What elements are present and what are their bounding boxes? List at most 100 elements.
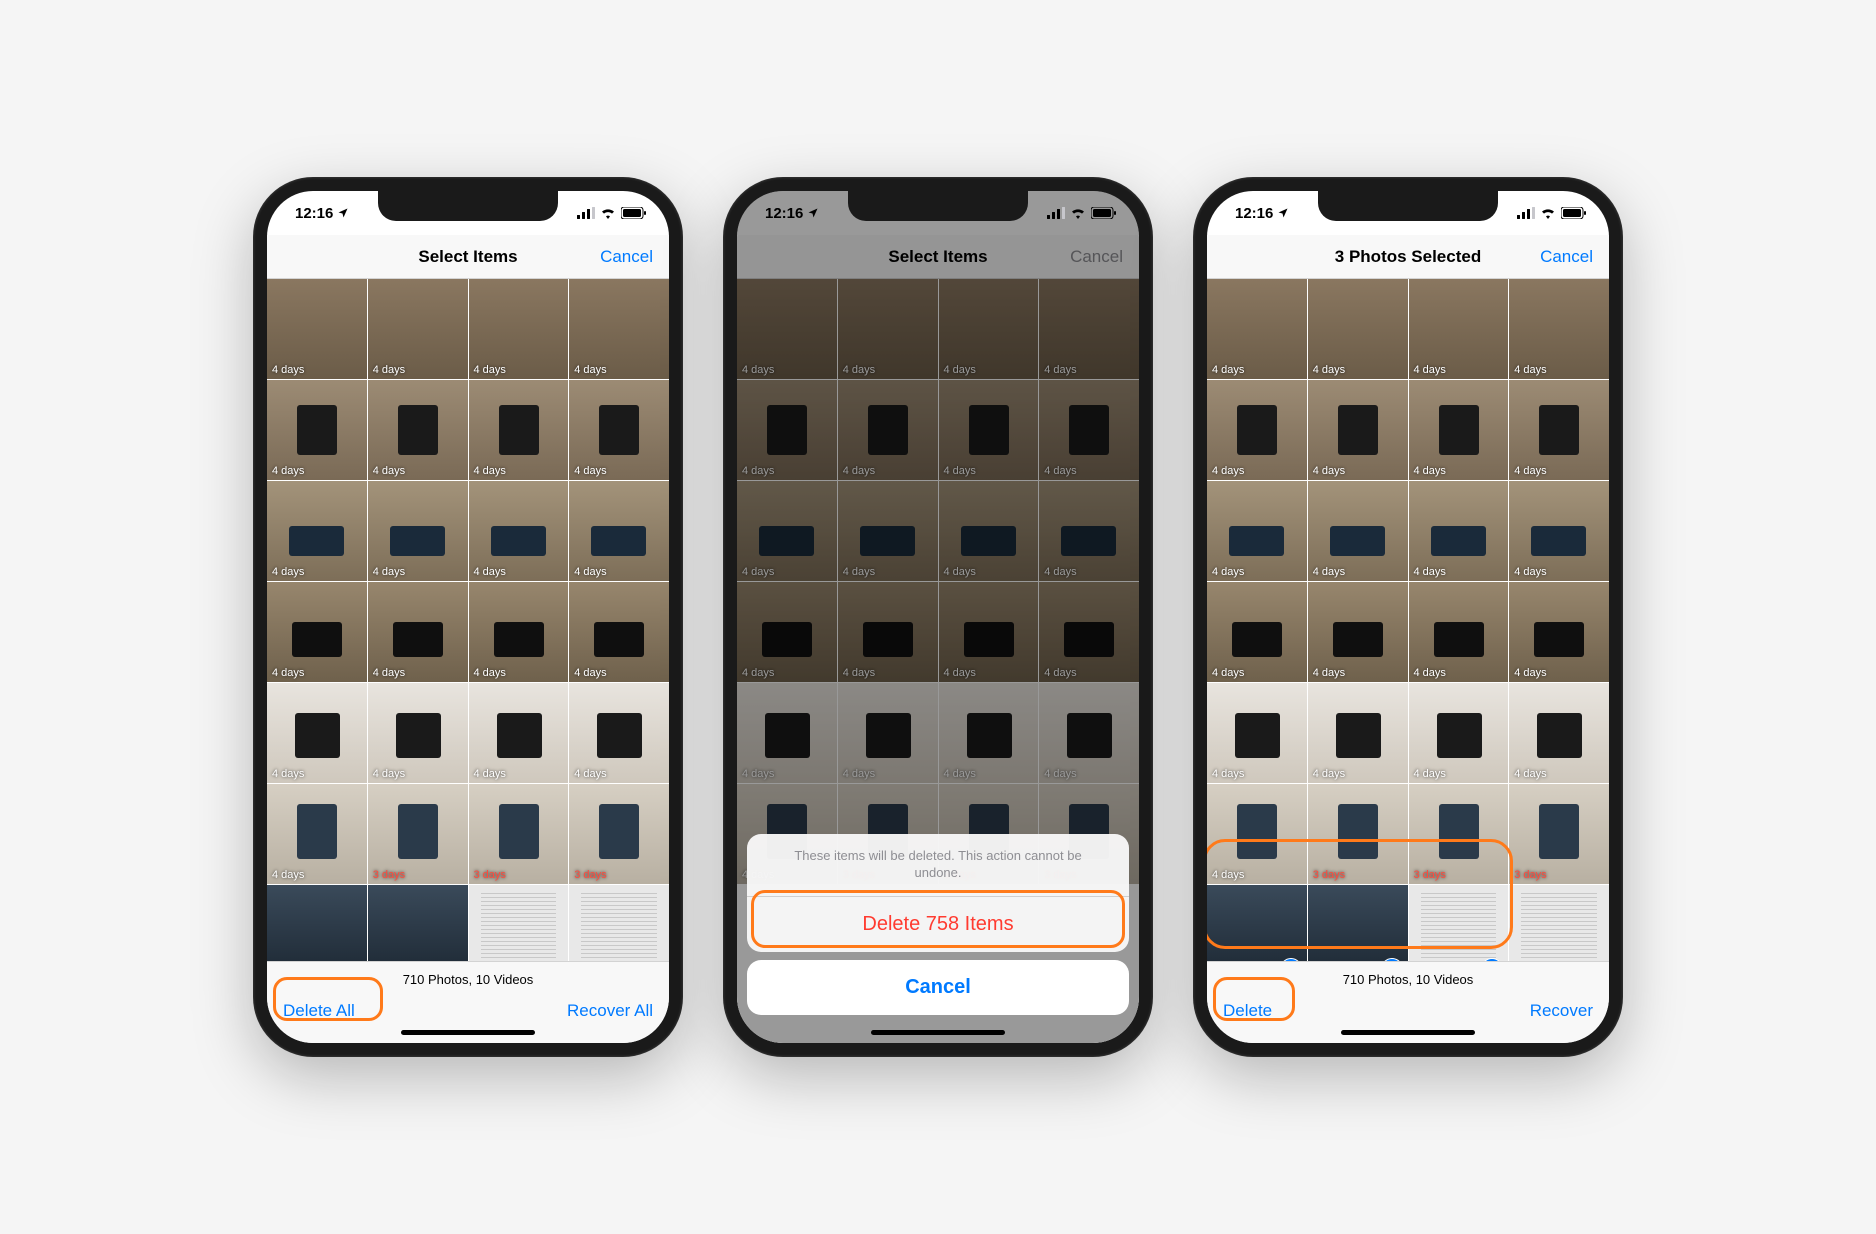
status-time: 12:16 xyxy=(295,205,333,222)
photo-thumbnail[interactable]: 3 days xyxy=(1409,784,1509,884)
photo-thumbnail[interactable]: 4 days xyxy=(1509,683,1609,783)
photo-thumbnail[interactable]: 3 days xyxy=(469,784,569,884)
photo-thumbnail[interactable]: 4 days xyxy=(1308,279,1408,379)
recover-all-button[interactable]: Recover All xyxy=(567,1001,653,1021)
nav-title: 3 Photos Selected xyxy=(1335,247,1481,267)
days-remaining-badge: 4 days xyxy=(1212,364,1244,376)
days-remaining-badge: 4 days xyxy=(272,768,304,780)
home-indicator[interactable] xyxy=(401,1030,535,1035)
photo-thumbnail[interactable]: 4 days xyxy=(368,481,468,581)
nav-bar: Select Items Cancel xyxy=(267,235,669,279)
days-remaining-badge: 3 days xyxy=(373,869,405,881)
photo-thumbnail[interactable]: 3 days xyxy=(1308,784,1408,884)
photo-thumbnail[interactable]: 4 days xyxy=(569,481,669,581)
days-remaining-badge: 4 days xyxy=(574,364,606,376)
battery-icon xyxy=(1091,207,1117,219)
delete-items-button[interactable]: Delete 758 Items xyxy=(747,897,1129,952)
days-remaining-badge: 4 days xyxy=(1212,566,1244,578)
days-remaining-badge: 4 days xyxy=(1313,465,1345,477)
days-remaining-badge: 3 days xyxy=(574,869,606,881)
photo-thumbnail[interactable]: 4 days xyxy=(1207,481,1307,581)
photo-thumbnail[interactable]: 4 days xyxy=(469,683,569,783)
photo-thumbnail[interactable]: 3 days xyxy=(569,885,669,961)
photo-thumbnail[interactable]: 4 days xyxy=(267,784,367,884)
photo-thumbnail[interactable]: 4 days xyxy=(267,582,367,682)
photo-thumbnail[interactable]: 4 days xyxy=(1409,279,1509,379)
photo-thumbnail[interactable]: 4 days xyxy=(1207,683,1307,783)
photo-thumbnail[interactable]: 4 days xyxy=(1409,481,1509,581)
photo-thumbnail[interactable]: 3 days xyxy=(1409,885,1509,961)
cancel-button[interactable]: Cancel xyxy=(600,247,653,267)
photo-thumbnail[interactable]: 4 days xyxy=(569,380,669,480)
photo-thumbnail[interactable]: 4 days xyxy=(368,380,468,480)
photo-thumbnail[interactable]: 3 days xyxy=(368,885,468,961)
days-remaining-badge: 4 days xyxy=(272,667,304,679)
days-remaining-badge: 4 days xyxy=(474,566,506,578)
signal-icon xyxy=(1047,207,1065,219)
photo-thumbnail[interactable]: 4 days xyxy=(469,481,569,581)
photo-thumbnail[interactable]: 4 days xyxy=(1308,481,1408,581)
photo-thumbnail[interactable]: 4 days xyxy=(267,380,367,480)
action-sheet: These items will be deleted. This action… xyxy=(747,834,1129,1015)
photo-thumbnail[interactable]: 4 days xyxy=(267,279,367,379)
photo-thumbnail[interactable]: 4 days xyxy=(1308,380,1408,480)
days-remaining-badge: 4 days xyxy=(1212,768,1244,780)
photo-thumbnail[interactable]: 3 days xyxy=(267,885,367,961)
photo-thumbnail[interactable]: 4 days xyxy=(469,582,569,682)
days-remaining-badge: 4 days xyxy=(1212,869,1244,881)
home-indicator[interactable] xyxy=(871,1030,1005,1035)
photo-thumbnail[interactable]: 3 days xyxy=(1509,885,1609,961)
photo-thumbnail[interactable]: 3 days xyxy=(469,885,569,961)
photo-thumbnail[interactable]: 4 days xyxy=(1409,380,1509,480)
battery-icon xyxy=(1561,207,1587,219)
photo-thumbnail[interactable]: 4 days xyxy=(569,582,669,682)
photo-thumbnail[interactable]: 4 days xyxy=(469,380,569,480)
photo-thumbnail[interactable]: 4 days xyxy=(569,683,669,783)
days-remaining-badge: 4 days xyxy=(373,465,405,477)
photo-thumbnail[interactable]: 4 days xyxy=(1509,481,1609,581)
photo-thumbnail[interactable]: 4 days xyxy=(469,279,569,379)
battery-icon xyxy=(621,207,647,219)
photo-thumbnail[interactable]: 3 days xyxy=(1509,784,1609,884)
days-remaining-badge: 4 days xyxy=(373,566,405,578)
photo-thumbnail[interactable]: 4 days xyxy=(1207,784,1307,884)
recover-button[interactable]: Recover xyxy=(1530,1001,1593,1021)
photo-thumbnail[interactable]: 4 days xyxy=(1207,279,1307,379)
photo-thumbnail[interactable]: 4 days xyxy=(368,582,468,682)
item-count: 710 Photos, 10 Videos xyxy=(267,962,669,993)
delete-all-button[interactable]: Delete All xyxy=(283,1001,355,1021)
sheet-cancel-button[interactable]: Cancel xyxy=(747,960,1129,1015)
days-remaining-badge: 4 days xyxy=(1212,667,1244,679)
screen-1: 12:16 Select Items Cancel 4 days xyxy=(267,191,669,1043)
photo-thumbnail[interactable]: 4 days xyxy=(267,683,367,783)
photo-thumbnail[interactable]: 4 days xyxy=(1509,380,1609,480)
photo-thumbnail[interactable]: 4 days xyxy=(1409,683,1509,783)
photo-thumbnail[interactable]: 4 days xyxy=(368,683,468,783)
photo-grid[interactable]: 4 days4 days4 days4 days4 days4 days4 da… xyxy=(1207,279,1609,961)
photo-thumbnail[interactable]: 4 days xyxy=(1207,582,1307,682)
days-remaining-badge: 4 days xyxy=(1414,768,1446,780)
photo-thumbnail[interactable]: 3 days xyxy=(1308,885,1408,961)
photo-thumbnail[interactable]: 4 days xyxy=(368,279,468,379)
photo-thumbnail[interactable]: 4 days xyxy=(1308,683,1408,783)
days-remaining-badge: 4 days xyxy=(474,768,506,780)
photo-thumbnail[interactable]: 4 days xyxy=(569,279,669,379)
days-remaining-badge: 4 days xyxy=(272,364,304,376)
days-remaining-badge: 4 days xyxy=(1414,566,1446,578)
photo-grid[interactable]: 4 days4 days4 days4 days4 days4 days4 da… xyxy=(267,279,669,961)
cancel-button[interactable]: Cancel xyxy=(1540,247,1593,267)
photo-thumbnail[interactable]: 4 days xyxy=(1409,582,1509,682)
photo-thumbnail[interactable]: 4 days xyxy=(1509,582,1609,682)
photo-thumbnail[interactable]: 4 days xyxy=(267,481,367,581)
photo-thumbnail[interactable]: 3 days xyxy=(569,784,669,884)
photo-thumbnail[interactable]: 3 days xyxy=(1207,885,1307,961)
photo-thumbnail[interactable]: 3 days xyxy=(368,784,468,884)
delete-button[interactable]: Delete xyxy=(1223,1001,1272,1021)
home-indicator[interactable] xyxy=(1341,1030,1475,1035)
days-remaining-badge: 4 days xyxy=(574,768,606,780)
status-time: 12:16 xyxy=(1235,205,1273,222)
photo-thumbnail[interactable]: 4 days xyxy=(1207,380,1307,480)
photo-thumbnail[interactable]: 4 days xyxy=(1509,279,1609,379)
photo-thumbnail[interactable]: 4 days xyxy=(1308,582,1408,682)
notch xyxy=(378,191,558,221)
